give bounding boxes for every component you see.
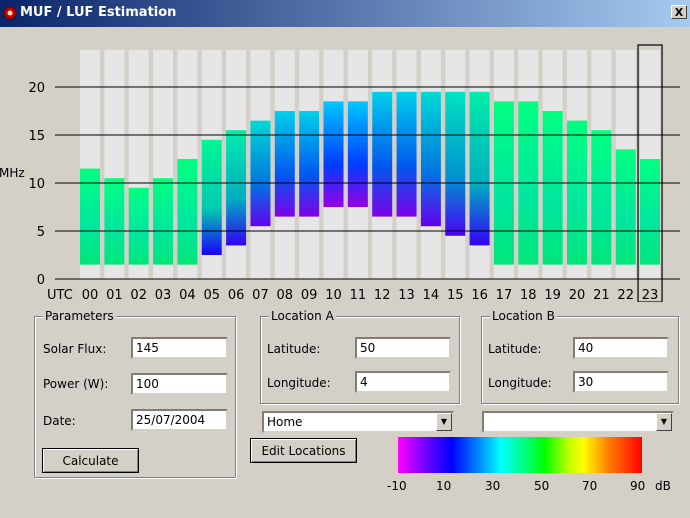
muf-luf-bar-12[interactable] xyxy=(372,91,393,217)
x-tick-label-23: 23 xyxy=(642,288,659,302)
muf-luf-bar-05[interactable] xyxy=(201,139,222,255)
x-tick-label-19: 19 xyxy=(544,288,561,302)
muf-luf-bar-16[interactable] xyxy=(469,91,490,246)
muf-luf-bar-08[interactable] xyxy=(274,111,295,217)
window-title: MUF / LUF Estimation xyxy=(20,5,177,20)
scale-label: 10 xyxy=(436,479,452,493)
x-tick-label-07: 07 xyxy=(252,288,269,302)
location-a-latitude-field[interactable] xyxy=(355,337,451,359)
location-b-preset-select[interactable]: ▼ xyxy=(482,411,674,433)
chevron-down-icon[interactable]: ▼ xyxy=(436,413,452,431)
location-b-group-title: Location B xyxy=(490,309,557,323)
y-tick-label: 5 xyxy=(37,225,45,240)
location-a-preset-select[interactable]: Home ▼ xyxy=(262,411,454,433)
x-axis-label: UTC xyxy=(47,288,73,302)
location-a-preset-value: Home xyxy=(267,415,303,429)
scale-label: -10 xyxy=(387,479,407,493)
x-tick-label-21: 21 xyxy=(593,288,610,302)
muf-luf-bar-07[interactable] xyxy=(250,120,271,227)
muf-luf-bar-02[interactable] xyxy=(128,187,149,265)
location-b-latitude-label: Latitude: xyxy=(488,342,542,356)
y-tick-label: 15 xyxy=(28,129,45,144)
muf-luf-bar-01[interactable] xyxy=(104,178,125,265)
x-tick-label-11: 11 xyxy=(350,288,367,302)
x-tick-label-06: 06 xyxy=(228,288,245,302)
x-tick-label-03: 03 xyxy=(155,288,172,302)
scale-unit: dB xyxy=(655,479,671,493)
title-bar: MUF / LUF Estimation X xyxy=(0,0,690,27)
location-b-longitude-label: Longitude: xyxy=(488,376,552,390)
muf-luf-bar-13[interactable] xyxy=(396,91,417,217)
solar-flux-label: Solar Flux: xyxy=(43,342,107,356)
muf-luf-bar-10[interactable] xyxy=(323,101,344,207)
x-tick-label-14: 14 xyxy=(423,288,440,302)
date-field[interactable] xyxy=(131,409,228,431)
scale-label: 90 xyxy=(630,479,646,493)
muf-luf-bar-14[interactable] xyxy=(420,91,441,227)
db-color-scale xyxy=(398,437,642,473)
x-tick-label-22: 22 xyxy=(617,288,634,302)
solar-flux-field[interactable] xyxy=(131,337,228,359)
y-tick-label: 0 xyxy=(37,273,45,288)
x-tick-label-18: 18 xyxy=(520,288,537,302)
x-tick-label-08: 08 xyxy=(277,288,294,302)
x-tick-label-10: 10 xyxy=(325,288,342,302)
scale-label: 30 xyxy=(485,479,501,493)
x-tick-label-04: 04 xyxy=(179,288,196,302)
muf-luf-bar-21[interactable] xyxy=(591,130,612,265)
muf-luf-bar-06[interactable] xyxy=(226,130,247,246)
location-b-longitude-field[interactable] xyxy=(573,371,669,393)
muf-luf-bar-04[interactable] xyxy=(177,159,198,265)
location-a-group-title: Location A xyxy=(269,309,336,323)
chevron-down-icon[interactable]: ▼ xyxy=(656,413,672,431)
muf-luf-bar-20[interactable] xyxy=(567,120,587,265)
location-a-longitude-field[interactable] xyxy=(355,371,451,393)
x-tick-label-16: 16 xyxy=(471,288,488,302)
location-b-latitude-field[interactable] xyxy=(573,337,669,359)
muf-luf-bar-19[interactable] xyxy=(542,111,563,265)
location-a-latitude-label: Latitude: xyxy=(267,342,321,356)
muf-luf-bar-23[interactable] xyxy=(640,159,661,265)
muf-luf-bar-11[interactable] xyxy=(347,101,368,207)
x-tick-label-00: 00 xyxy=(82,288,99,302)
x-tick-label-20: 20 xyxy=(569,288,586,302)
calculate-button[interactable]: Calculate xyxy=(42,448,139,473)
x-tick-label-09: 09 xyxy=(301,288,318,302)
y-tick-label: 20 xyxy=(28,81,45,96)
x-tick-label-01: 01 xyxy=(106,288,123,302)
date-label: Date: xyxy=(43,414,76,428)
x-tick-label-02: 02 xyxy=(130,288,147,302)
muf-luf-bar-09[interactable] xyxy=(299,111,320,217)
x-tick-label-12: 12 xyxy=(374,288,391,302)
scale-label: 70 xyxy=(582,479,598,493)
muf-luf-bar-03[interactable] xyxy=(153,178,174,265)
close-button[interactable]: X xyxy=(671,5,687,19)
app-icon xyxy=(3,6,17,20)
power-field[interactable] xyxy=(131,373,228,395)
x-tick-label-17: 17 xyxy=(496,288,513,302)
x-tick-label-05: 05 xyxy=(203,288,220,302)
scale-label: 50 xyxy=(534,479,550,493)
y-axis-label: MHz xyxy=(0,166,25,180)
power-label: Power (W): xyxy=(43,377,109,391)
x-tick-label-15: 15 xyxy=(447,288,464,302)
x-tick-label-13: 13 xyxy=(398,288,415,302)
edit-locations-button[interactable]: Edit Locations xyxy=(250,438,357,463)
muf-luf-bar-15[interactable] xyxy=(445,91,466,236)
muf-luf-bar-22[interactable] xyxy=(615,149,636,265)
y-tick-label: 10 xyxy=(28,177,45,192)
muf-luf-chart: 05101520MHzUTC 00 01 02 03 04 05 06 07 08 09 10 11 12… xyxy=(0,44,680,302)
parameters-group-title: Parameters xyxy=(43,309,116,323)
location-a-longitude-label: Longitude: xyxy=(267,376,331,390)
